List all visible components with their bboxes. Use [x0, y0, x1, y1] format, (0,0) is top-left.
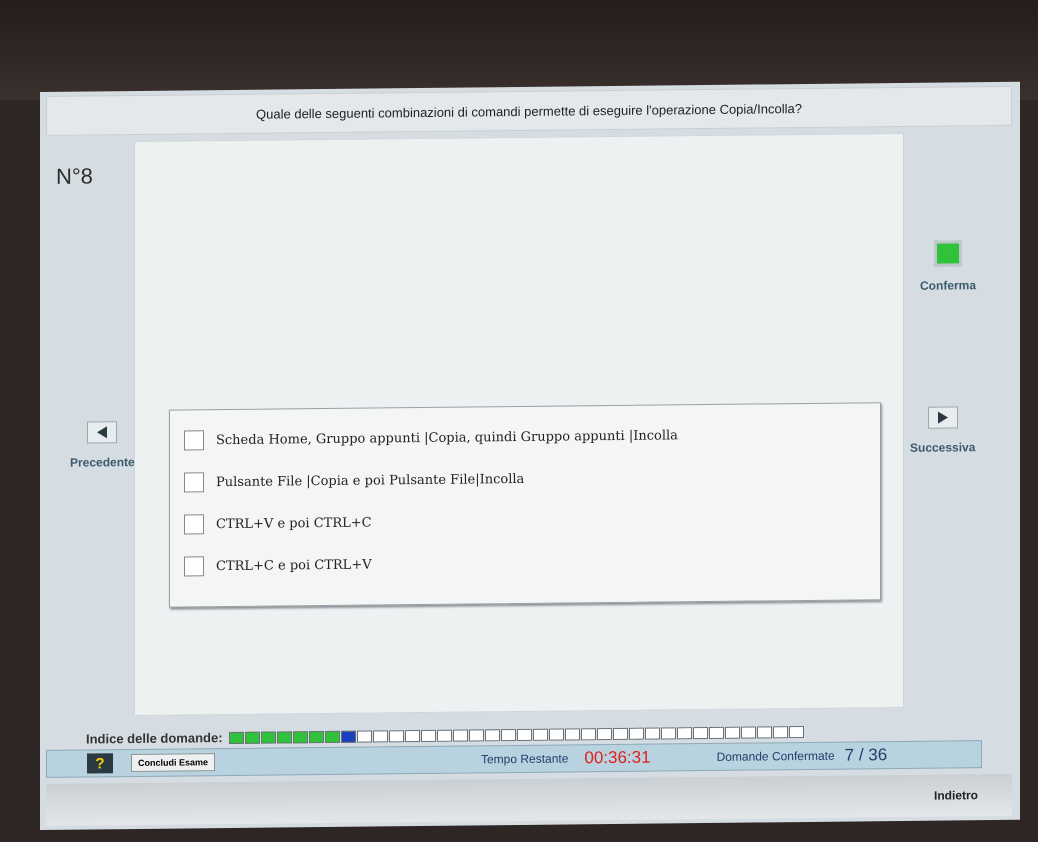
answer-option-1[interactable]: Scheda Home, Gruppo appunti |Copia, quin…: [184, 425, 678, 451]
confirmed-questions-value: 7 / 36: [844, 745, 888, 765]
confirm-nav: Conferma: [920, 240, 976, 293]
footer-strip: Indietro: [46, 773, 1012, 826]
index-cell-34[interactable]: [756, 725, 772, 738]
index-cell-4[interactable]: [276, 730, 292, 744]
answer-checkbox-1[interactable]: [184, 430, 204, 451]
index-cells: [228, 725, 805, 744]
answer-label-3: CTRL+V e poi CTRL+C: [216, 515, 372, 532]
index-cell-1[interactable]: [228, 731, 244, 744]
confirm-label[interactable]: Conferma: [920, 278, 976, 293]
index-cell-12[interactable]: [404, 729, 420, 742]
answers-box: Scheda Home, Gruppo appunti |Copia, quin…: [169, 402, 881, 608]
exam-window: Quale delle seguenti combinazioni di com…: [40, 81, 1020, 831]
index-cell-17[interactable]: [484, 728, 500, 741]
confirm-button[interactable]: [934, 240, 962, 267]
index-cell-25[interactable]: [612, 727, 628, 740]
answer-label-2: Pulsante File |Copia e poi Pulsante File…: [216, 471, 525, 490]
arrow-right-icon: [937, 411, 948, 424]
index-cell-14[interactable]: [436, 729, 452, 742]
index-cell-16[interactable]: [468, 728, 484, 742]
time-remaining-label: Tempo Restante: [481, 751, 569, 767]
index-cell-21[interactable]: [548, 728, 564, 741]
back-button[interactable]: Indietro: [934, 788, 978, 802]
next-label[interactable]: Successiva: [910, 440, 975, 455]
answer-checkbox-3[interactable]: [184, 514, 204, 535]
index-cell-6[interactable]: [308, 730, 324, 743]
index-cell-29[interactable]: [676, 726, 692, 739]
index-cell-31[interactable]: [708, 726, 724, 739]
index-cell-27[interactable]: [644, 727, 660, 740]
index-cell-24[interactable]: [596, 727, 612, 740]
index-cell-15[interactable]: [452, 729, 468, 742]
answer-checkbox-2[interactable]: [184, 472, 204, 493]
index-label: Indice delle domande:: [86, 730, 223, 747]
index-cell-36[interactable]: [788, 725, 804, 738]
next-button[interactable]: [927, 406, 958, 429]
index-cell-35[interactable]: [772, 725, 788, 738]
index-cell-9[interactable]: [356, 730, 372, 743]
index-cell-18[interactable]: [500, 728, 516, 741]
index-cell-7[interactable]: [324, 730, 340, 743]
answer-option-3[interactable]: CTRL+V e poi CTRL+C: [184, 513, 372, 535]
answer-checkbox-4[interactable]: [184, 556, 204, 577]
question-text: Quale delle seguenti combinazioni di com…: [256, 100, 802, 122]
question-number: N°8: [56, 163, 93, 189]
index-cell-22[interactable]: [564, 727, 580, 741]
answer-label-4: CTRL+C e poi CTRL+V: [216, 557, 372, 574]
index-cell-10[interactable]: [372, 729, 388, 743]
prev-nav: Precedente: [70, 421, 135, 470]
index-cell-30[interactable]: [692, 726, 708, 739]
index-cell-8[interactable]: [340, 730, 356, 743]
next-nav: Successiva: [910, 406, 975, 455]
end-exam-button[interactable]: Concludi Esame: [131, 753, 215, 773]
index-cell-19[interactable]: [516, 728, 532, 741]
prev-label[interactable]: Precedente: [70, 455, 135, 470]
index-cell-5[interactable]: [292, 730, 308, 743]
index-cell-3[interactable]: [260, 731, 276, 744]
index-cell-2[interactable]: [244, 731, 260, 744]
status-bar: ? Concludi Esame Tempo Restante 00:36:31…: [46, 740, 982, 778]
index-cell-23[interactable]: [580, 727, 596, 740]
index-cell-33[interactable]: [740, 726, 756, 739]
help-button[interactable]: ?: [87, 753, 113, 774]
answer-label-1: Scheda Home, Gruppo appunti |Copia, quin…: [216, 427, 678, 448]
index-cell-11[interactable]: [388, 729, 404, 742]
index-cell-20[interactable]: [532, 728, 548, 741]
index-cell-13[interactable]: [420, 729, 436, 742]
index-cell-32[interactable]: [724, 726, 740, 739]
confirmed-questions-label: Domande Confermate: [716, 748, 835, 764]
question-panel: Scheda Home, Gruppo appunti |Copia, quin…: [134, 132, 904, 717]
prev-button[interactable]: [87, 421, 118, 444]
index-cell-26[interactable]: [628, 727, 644, 740]
question-bar: Quale delle seguenti combinazioni di com…: [46, 85, 1012, 136]
index-cell-28[interactable]: [660, 726, 676, 740]
answer-option-4[interactable]: CTRL+C e poi CTRL+V: [184, 555, 372, 577]
arrow-left-icon: [97, 426, 108, 439]
time-remaining-value: 00:36:31: [584, 747, 651, 768]
answer-option-2[interactable]: Pulsante File |Copia e poi Pulsante File…: [184, 469, 524, 493]
